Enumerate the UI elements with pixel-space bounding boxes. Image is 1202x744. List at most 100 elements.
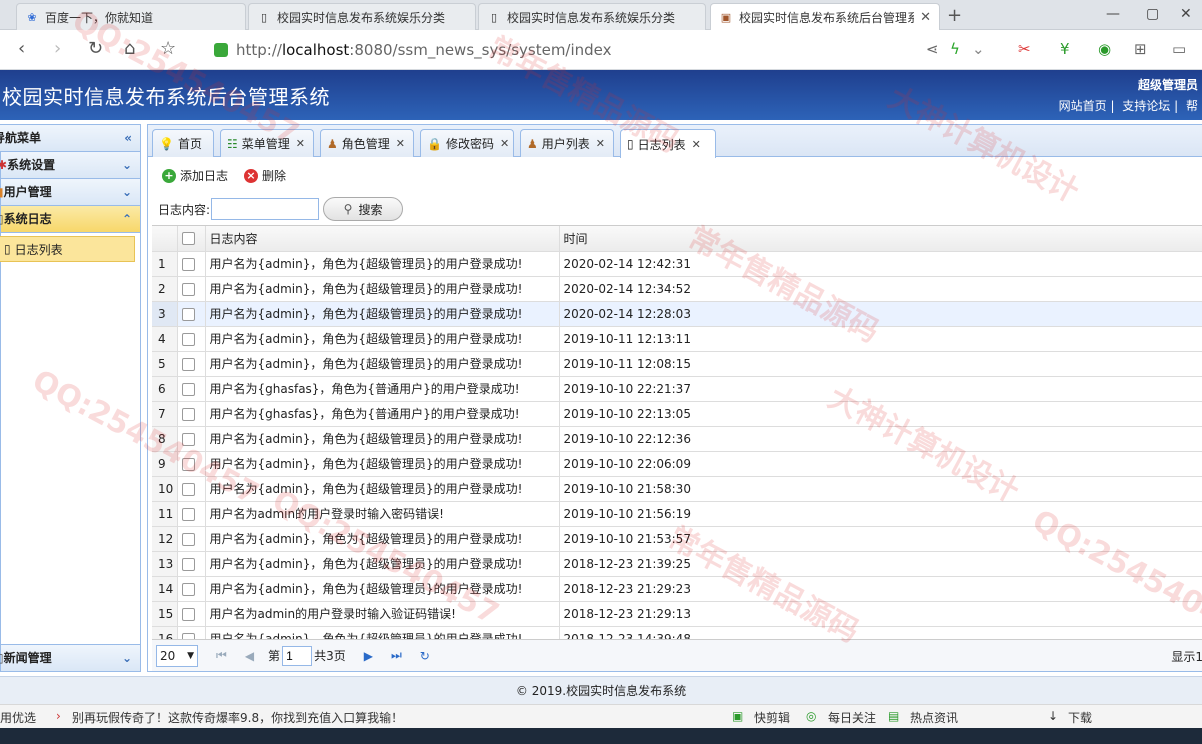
sidebar-item-log-list[interactable]: ▯ 日志列表 [0,236,135,262]
sidebar-group-news[interactable]: ▯新闻管理 ⌄ [0,644,140,672]
sidebar-group-system-log[interactable]: ▯系统日志 ⌃ [0,206,140,233]
table-row[interactable]: 1 用户名为{admin}，角色为{超级管理员}的用户登录成功! 2020-02-1… [152,251,1202,277]
new-tab-icon[interactable]: + [947,5,962,26]
link-help[interactable]: 帮 [1186,99,1198,113]
currency-icon[interactable]: ¥ [1060,40,1070,58]
table-row[interactable]: 10 用户名为{admin}，角色为{超级管理员}的用户登录成功! 2019-10-… [152,476,1202,502]
table-row[interactable]: 11 用户名为admin的用户登录时输入密码错误! 2019-10-10 21:56… [152,501,1202,527]
chevron-down-icon[interactable]: ⌄ [972,40,985,58]
table-row[interactable]: 12 用户名为{admin}，角色为{超级管理员}的用户登录成功! 2019-10-… [152,526,1202,552]
apps-icon[interactable]: ⊞ [1134,40,1147,58]
chevron-down-icon[interactable]: ⌄ [122,645,132,672]
chevron-down-icon[interactable]: ⌄ [122,179,132,206]
table-row[interactable]: 15 用户名为admin的用户登录时输入验证码错误! 2018-12-23 21:2… [152,601,1202,627]
extension-icon[interactable]: ◉ [1098,40,1111,58]
close-icon[interactable]: ✕ [296,137,305,150]
row-checkbox[interactable] [177,451,206,477]
add-log-button[interactable]: + 添加日志 [162,167,228,184]
status-item-clip[interactable]: 快剪辑 [754,709,790,726]
tab-log-list[interactable]: ▯ 日志列表 ✕ [620,129,716,158]
page-size-select[interactable]: 20 ▼ [156,644,198,667]
tab-user-list[interactable]: ♟ 用户列表 ✕ [520,129,614,157]
browser-tab-baidu[interactable]: ❀ 百度一下，你就知道 [16,3,246,30]
table-row[interactable]: 4 用户名为{admin}，角色为{超级管理员}的用户登录成功! 2019-10-1… [152,326,1202,352]
select-all-checkbox[interactable] [177,226,206,252]
close-icon[interactable]: ✕ [500,137,509,150]
table-row[interactable]: 7 用户名为{ghasfas}，角色为{普通用户}的用户登录成功! 2019-10-… [152,401,1202,427]
row-checkbox[interactable] [177,276,206,302]
browser-tab-active[interactable]: ▣ 校园实时信息发布系统后台管理系 ✕ [710,3,940,31]
status-item-daily[interactable]: 每日关注 [828,709,876,726]
browser-tab-3[interactable]: ▯ 校园实时信息发布系统娱乐分类 [478,3,706,30]
tab-menu-management[interactable]: ☷ 菜单管理 ✕ [220,129,314,157]
search-input[interactable] [211,198,320,220]
share-icon[interactable]: ⋖ [926,40,939,58]
log-content-cell: 用户名为{admin}，角色为{超级管理员}的用户登录成功! [205,276,560,302]
table-row[interactable]: 9 用户名为{admin}，角色为{超级管理员}的用户登录成功! 2019-10-1… [152,451,1202,477]
delete-button[interactable]: × 删除 [244,167,286,184]
status-ad[interactable]: 别再玩假传奇了！这款传奇爆率9.8，你找到充值入口算我输！ [72,709,403,726]
tab-change-password[interactable]: 🔒 修改密码 ✕ [420,129,514,157]
home-icon[interactable]: ⌂ [124,38,135,59]
row-checkbox[interactable] [177,576,206,602]
back-icon[interactable]: ‹ [18,38,25,59]
refresh-icon[interactable]: ↻ [420,649,430,663]
table-row[interactable]: 8 用户名为{admin}，角色为{超级管理员}的用户登录成功! 2019-10-1… [152,426,1202,452]
collapse-sidebar-icon[interactable]: « [124,125,132,152]
row-checkbox[interactable] [177,601,206,627]
window-close-icon[interactable]: ✕ [1180,6,1192,22]
link-site-home[interactable]: 网站首页 [1059,99,1107,113]
status-item-hot[interactable]: 热点资讯 [910,709,958,726]
next-page-icon[interactable]: ▶ [364,649,373,663]
column-header-content[interactable]: 日志内容 [205,226,560,252]
table-row[interactable]: 5 用户名为{admin}，角色为{超级管理员}的用户登录成功! 2019-10-1… [152,351,1202,377]
page-number-input[interactable] [282,645,313,666]
row-checkbox[interactable] [177,626,206,639]
table-row[interactable]: 2 用户名为{admin}，角色为{超级管理员}的用户登录成功! 2020-02-1… [152,276,1202,302]
close-icon[interactable]: ✕ [596,137,605,150]
row-checkbox[interactable] [177,551,206,577]
chevron-down-icon[interactable]: ⌄ [122,152,132,179]
row-checkbox[interactable] [177,526,206,552]
prev-page-icon[interactable]: ◀ [245,649,254,663]
sidebar-group-system-settings[interactable]: ✱系统设置 ⌄ [0,152,140,179]
row-checkbox[interactable] [177,301,206,327]
maximize-icon[interactable]: ▢ [1146,6,1159,22]
row-checkbox[interactable] [177,251,206,277]
browser-tab-2[interactable]: ▯ 校园实时信息发布系统娱乐分类 [248,3,476,30]
row-checkbox[interactable] [177,501,206,527]
row-checkbox[interactable] [177,376,206,402]
table-row[interactable]: 6 用户名为{ghasfas}，角色为{普通用户}的用户登录成功! 2019-10-… [152,376,1202,402]
reload-icon[interactable]: ↻ [88,38,103,59]
row-checkbox[interactable] [177,426,206,452]
log-time-cell: 2018-12-23 21:29:13 [559,601,1202,627]
forward-icon[interactable]: › [54,38,61,59]
sidebar-group-user-management[interactable]: ▮用户管理 ⌄ [0,179,140,206]
close-tab-icon[interactable]: ✕ [920,10,931,25]
tab-home[interactable]: 💡 首页 [152,129,214,157]
search-button[interactable]: ⚲ 搜索 [323,197,404,221]
close-icon[interactable]: ✕ [396,137,405,150]
status-item-download[interactable]: 下载 [1068,709,1092,726]
star-icon[interactable]: ☆ [160,38,176,59]
table-row[interactable]: 13 用户名为{admin}，角色为{超级管理员}的用户登录成功! 2018-12-… [152,551,1202,577]
table-row[interactable]: 16 用户名为{admin}，角色为{超级管理员}的用户登录成功! 2018-12-… [152,626,1202,639]
last-page-icon[interactable]: ⏭ [391,648,402,663]
minimize-icon[interactable]: — [1106,6,1120,22]
scissors-icon[interactable]: ✂ [1018,40,1031,58]
tab-role-management[interactable]: ♟ 角色管理 ✕ [320,129,414,157]
row-checkbox[interactable] [177,326,206,352]
close-icon[interactable]: ✕ [692,138,701,151]
wallet-icon[interactable]: ▭ [1172,40,1186,58]
table-row[interactable]: 14 用户名为{admin}，角色为{超级管理员}的用户登录成功! 2018-12-… [152,576,1202,602]
lightning-icon[interactable]: ϟ [950,40,960,58]
link-support-forum[interactable]: 支持论坛 [1122,99,1170,113]
row-checkbox[interactable] [177,401,206,427]
address-bar[interactable]: http://localhost:8080/ssm_news_sys/syste… [214,36,914,64]
first-page-icon[interactable]: ⏮ [216,648,227,663]
row-checkbox[interactable] [177,476,206,502]
chevron-up-icon[interactable]: ⌃ [122,206,132,233]
row-checkbox[interactable] [177,351,206,377]
table-row[interactable]: 3 用户名为{admin}，角色为{超级管理员}的用户登录成功! 2020-02-1… [152,301,1202,327]
column-header-time[interactable]: 时间 [559,226,1202,252]
